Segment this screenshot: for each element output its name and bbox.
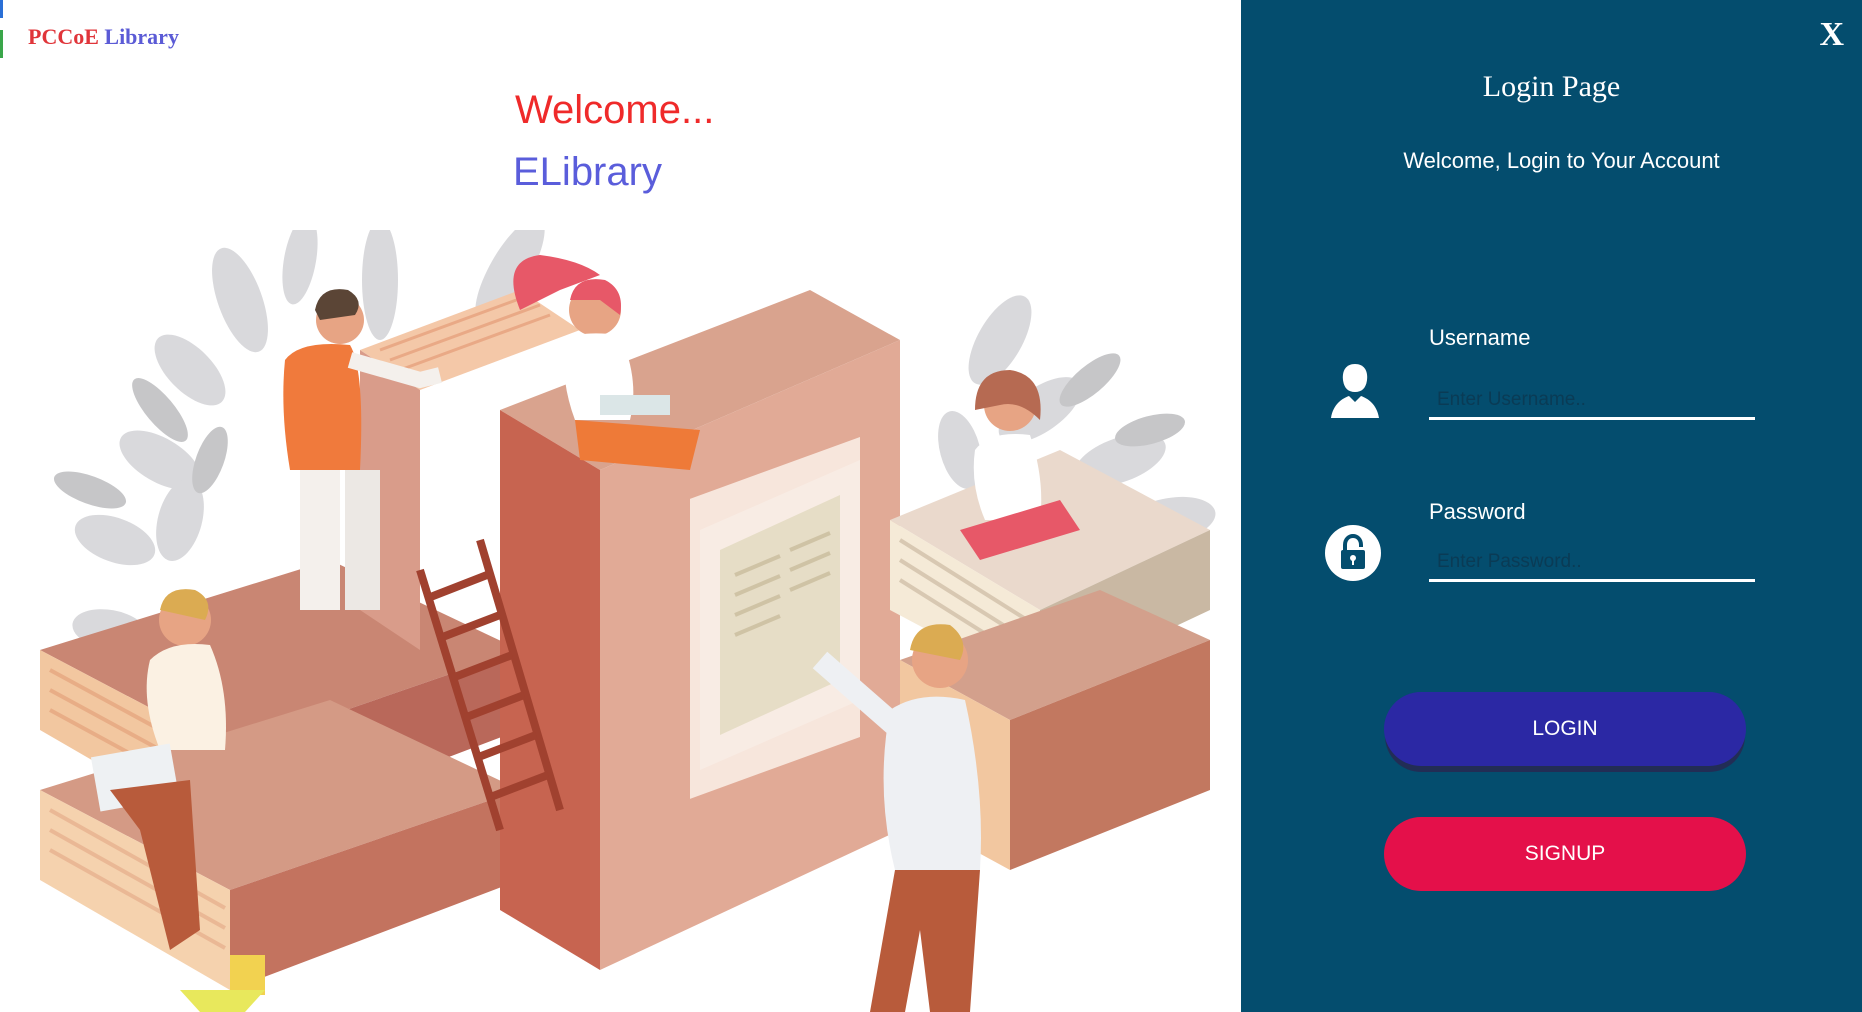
illustration-pane: PCCoE Library Welcome... ELibrary xyxy=(0,0,1241,1012)
library-illustration xyxy=(40,230,1216,1012)
brand-suffix: Library xyxy=(104,24,179,49)
window-edge xyxy=(0,30,3,58)
elibrary-heading: ELibrary xyxy=(513,150,662,194)
password-label: Password xyxy=(1429,499,1526,524)
close-icon[interactable]: X xyxy=(1819,18,1844,52)
book-tall-center xyxy=(500,290,900,970)
page-title: Login Page xyxy=(1482,70,1621,103)
window-edge xyxy=(0,0,3,18)
lock-icon xyxy=(1325,525,1381,581)
login-button[interactable]: LOGIN xyxy=(1384,692,1746,766)
signup-button[interactable]: SIGNUP xyxy=(1384,817,1746,891)
user-icon xyxy=(1331,364,1379,418)
login-panel: X Login Page Welcome, Login to Your Acco… xyxy=(1241,0,1862,1012)
brand-title: PCCoE Library xyxy=(28,24,179,50)
welcome-heading: Welcome... xyxy=(515,88,715,132)
login-subtitle: Welcome, Login to Your Account xyxy=(1403,148,1720,173)
username-input[interactable] xyxy=(1429,382,1755,420)
password-input[interactable] xyxy=(1429,544,1755,582)
username-label: Username xyxy=(1429,325,1531,350)
brand-name: PCCoE xyxy=(28,24,99,49)
